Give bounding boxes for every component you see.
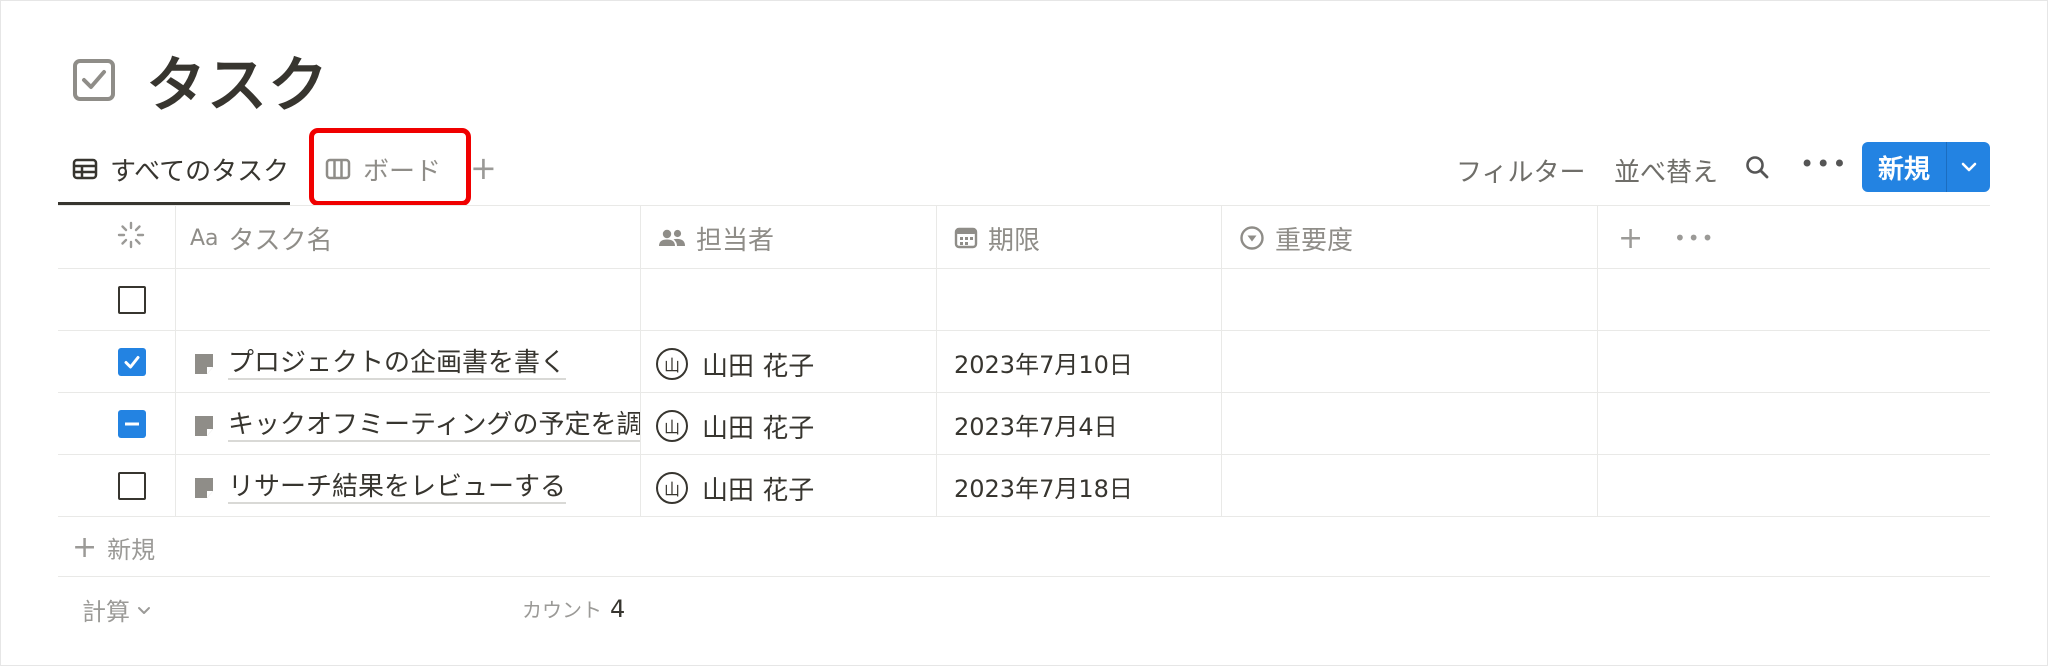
- new-button[interactable]: 新規: [1862, 142, 1990, 192]
- column-divider: [1597, 206, 1598, 516]
- add-column-button[interactable]: +: [1618, 220, 1643, 256]
- sort-button[interactable]: 並べ替え: [1614, 152, 1718, 189]
- task-checkbox[interactable]: [118, 286, 146, 314]
- footer-divider: [58, 576, 1990, 577]
- column-divider: [1221, 206, 1222, 516]
- assignee-cell[interactable]: 山 山田 花子: [656, 470, 814, 506]
- more-options-button[interactable]: •••: [1800, 150, 1848, 178]
- chevron-down-icon[interactable]: [1947, 161, 1990, 173]
- count-label: カウント: [522, 598, 602, 622]
- board-tab-highlight: [309, 128, 471, 206]
- add-view-button[interactable]: +: [470, 150, 497, 186]
- task-checkbox[interactable]: [118, 410, 146, 438]
- column-header-status[interactable]: [116, 220, 146, 256]
- task-name-cell[interactable]: キックオフミーティングの予定を調: [194, 408, 640, 444]
- task-name: リサーチ結果をレビューする: [228, 472, 567, 504]
- row-divider: [58, 392, 1990, 393]
- assignee-cell[interactable]: 山 山田 花子: [656, 408, 814, 444]
- row-divider: [58, 330, 1990, 331]
- table-icon: [72, 157, 98, 181]
- page-icon: [194, 415, 214, 437]
- due-date-cell[interactable]: 2023年7月18日: [954, 468, 1133, 504]
- new-button-label: 新規: [1877, 154, 1930, 185]
- column-header-due[interactable]: 期限: [954, 220, 1040, 256]
- column-more-button[interactable]: •••: [1674, 220, 1715, 256]
- column-divider: [640, 206, 641, 516]
- row-divider: [58, 454, 1990, 455]
- loading-icon: [116, 220, 146, 257]
- column-header-task-name[interactable]: Aa タスク名: [190, 220, 333, 256]
- assignee-cell[interactable]: 山 山田 花子: [656, 346, 814, 382]
- row-divider: [58, 516, 1990, 517]
- chevron-down-icon: [136, 604, 152, 616]
- add-row-label: 新規: [107, 536, 156, 564]
- count-value: 4: [610, 595, 626, 623]
- add-row-button[interactable]: + 新規: [72, 530, 155, 565]
- task-name: キックオフミーティングの予定を調: [228, 410, 640, 442]
- assignee-name: 山田 花子: [702, 413, 815, 444]
- calculate-dropdown[interactable]: 計算: [82, 592, 152, 627]
- assignee-name: 山田 花子: [702, 475, 815, 506]
- due-date-cell[interactable]: 2023年7月10日: [954, 344, 1133, 380]
- checkmark-icon: [124, 356, 140, 369]
- title-row: タスク: [72, 40, 329, 121]
- column-header-assignee[interactable]: 担当者: [658, 220, 774, 256]
- checkbox-icon[interactable]: [72, 58, 116, 102]
- column-header-label: 期限: [988, 225, 1041, 256]
- search-icon[interactable]: [1744, 154, 1770, 187]
- people-icon: [658, 227, 686, 249]
- calculate-label: 計算: [82, 598, 130, 626]
- select-icon: [1239, 225, 1265, 251]
- task-checkbox[interactable]: [118, 348, 146, 376]
- task-checkbox[interactable]: [118, 472, 146, 500]
- task-name-cell[interactable]: プロジェクトの企画書を書く: [194, 346, 640, 382]
- minus-icon: [125, 422, 139, 426]
- tab-label: すべてのタスク: [110, 156, 290, 187]
- column-divider: [936, 206, 937, 516]
- page-title[interactable]: タスク: [146, 37, 329, 124]
- task-name-cell[interactable]: リサーチ結果をレビューする: [194, 470, 640, 506]
- plus-icon: +: [72, 530, 98, 565]
- avatar: 山: [656, 348, 688, 380]
- text-type-icon: Aa: [190, 225, 219, 251]
- column-divider: [175, 206, 176, 516]
- page-icon: [194, 353, 214, 375]
- column-header-label: 重要度: [1275, 225, 1354, 256]
- tab-all-tasks[interactable]: すべてのタスク: [72, 145, 289, 193]
- column-header-label: タスク名: [228, 225, 333, 256]
- avatar: 山: [656, 410, 688, 442]
- assignee-name: 山田 花子: [702, 351, 815, 382]
- count-summary[interactable]: カウント 4: [522, 594, 625, 623]
- views-divider: [58, 205, 1990, 206]
- avatar: 山: [656, 472, 688, 504]
- calendar-icon: [954, 226, 978, 250]
- due-date-cell[interactable]: 2023年7月4日: [954, 406, 1118, 442]
- row-divider: [58, 268, 1990, 269]
- filter-button[interactable]: フィルター: [1456, 152, 1585, 189]
- page-icon: [194, 477, 214, 499]
- column-header-label: 担当者: [696, 225, 775, 256]
- column-header-priority[interactable]: 重要度: [1239, 220, 1353, 256]
- task-name: プロジェクトの企画書を書く: [228, 348, 567, 380]
